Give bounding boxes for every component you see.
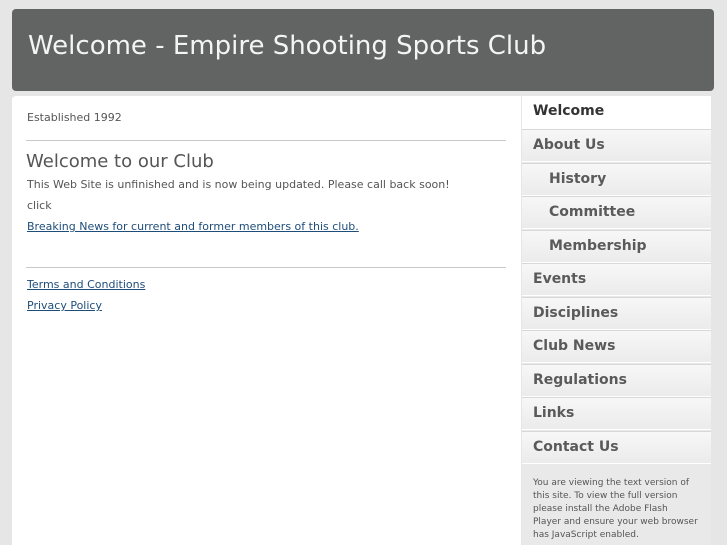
- page: Welcome - Empire Shooting Sports Club Es…: [0, 0, 727, 545]
- update-notice: This Web Site is unfinished and is now b…: [27, 178, 450, 191]
- sidebar-nav: Welcome About Us History Committee Membe…: [522, 96, 711, 545]
- nav-item-membership[interactable]: Membership: [522, 230, 711, 263]
- nav-item-links[interactable]: Links: [522, 397, 711, 430]
- established-text: Established 1992: [27, 111, 122, 124]
- nav-item-history[interactable]: History: [522, 163, 711, 196]
- flash-notice: You are viewing the text version of this…: [533, 478, 698, 540]
- privacy-link[interactable]: Privacy Policy: [27, 299, 102, 312]
- nav-item-disciplines[interactable]: Disciplines: [522, 297, 711, 330]
- nav-item-regulations[interactable]: Regulations: [522, 364, 711, 397]
- site-header: Welcome - Empire Shooting Sports Club: [12, 9, 714, 91]
- welcome-heading: Welcome to our Club: [26, 151, 214, 172]
- nav-item-about-us[interactable]: About Us: [522, 129, 711, 162]
- nav-item-committee[interactable]: Committee: [522, 196, 711, 229]
- nav-item-contact-us[interactable]: Contact Us: [522, 431, 711, 464]
- main-content: Established 1992 Welcome to our Club Thi…: [12, 96, 521, 545]
- nav-item-events[interactable]: Events: [522, 263, 711, 296]
- breaking-news-link[interactable]: Breaking News for current and former mem…: [27, 220, 359, 233]
- terms-link[interactable]: Terms and Conditions: [27, 278, 145, 291]
- site-title: Welcome - Empire Shooting Sports Club: [28, 31, 547, 61]
- divider: [26, 267, 506, 268]
- nav-item-welcome[interactable]: Welcome: [522, 96, 711, 129]
- click-text: click: [27, 199, 52, 212]
- divider: [26, 140, 506, 141]
- nav-item-club-news[interactable]: Club News: [522, 330, 711, 363]
